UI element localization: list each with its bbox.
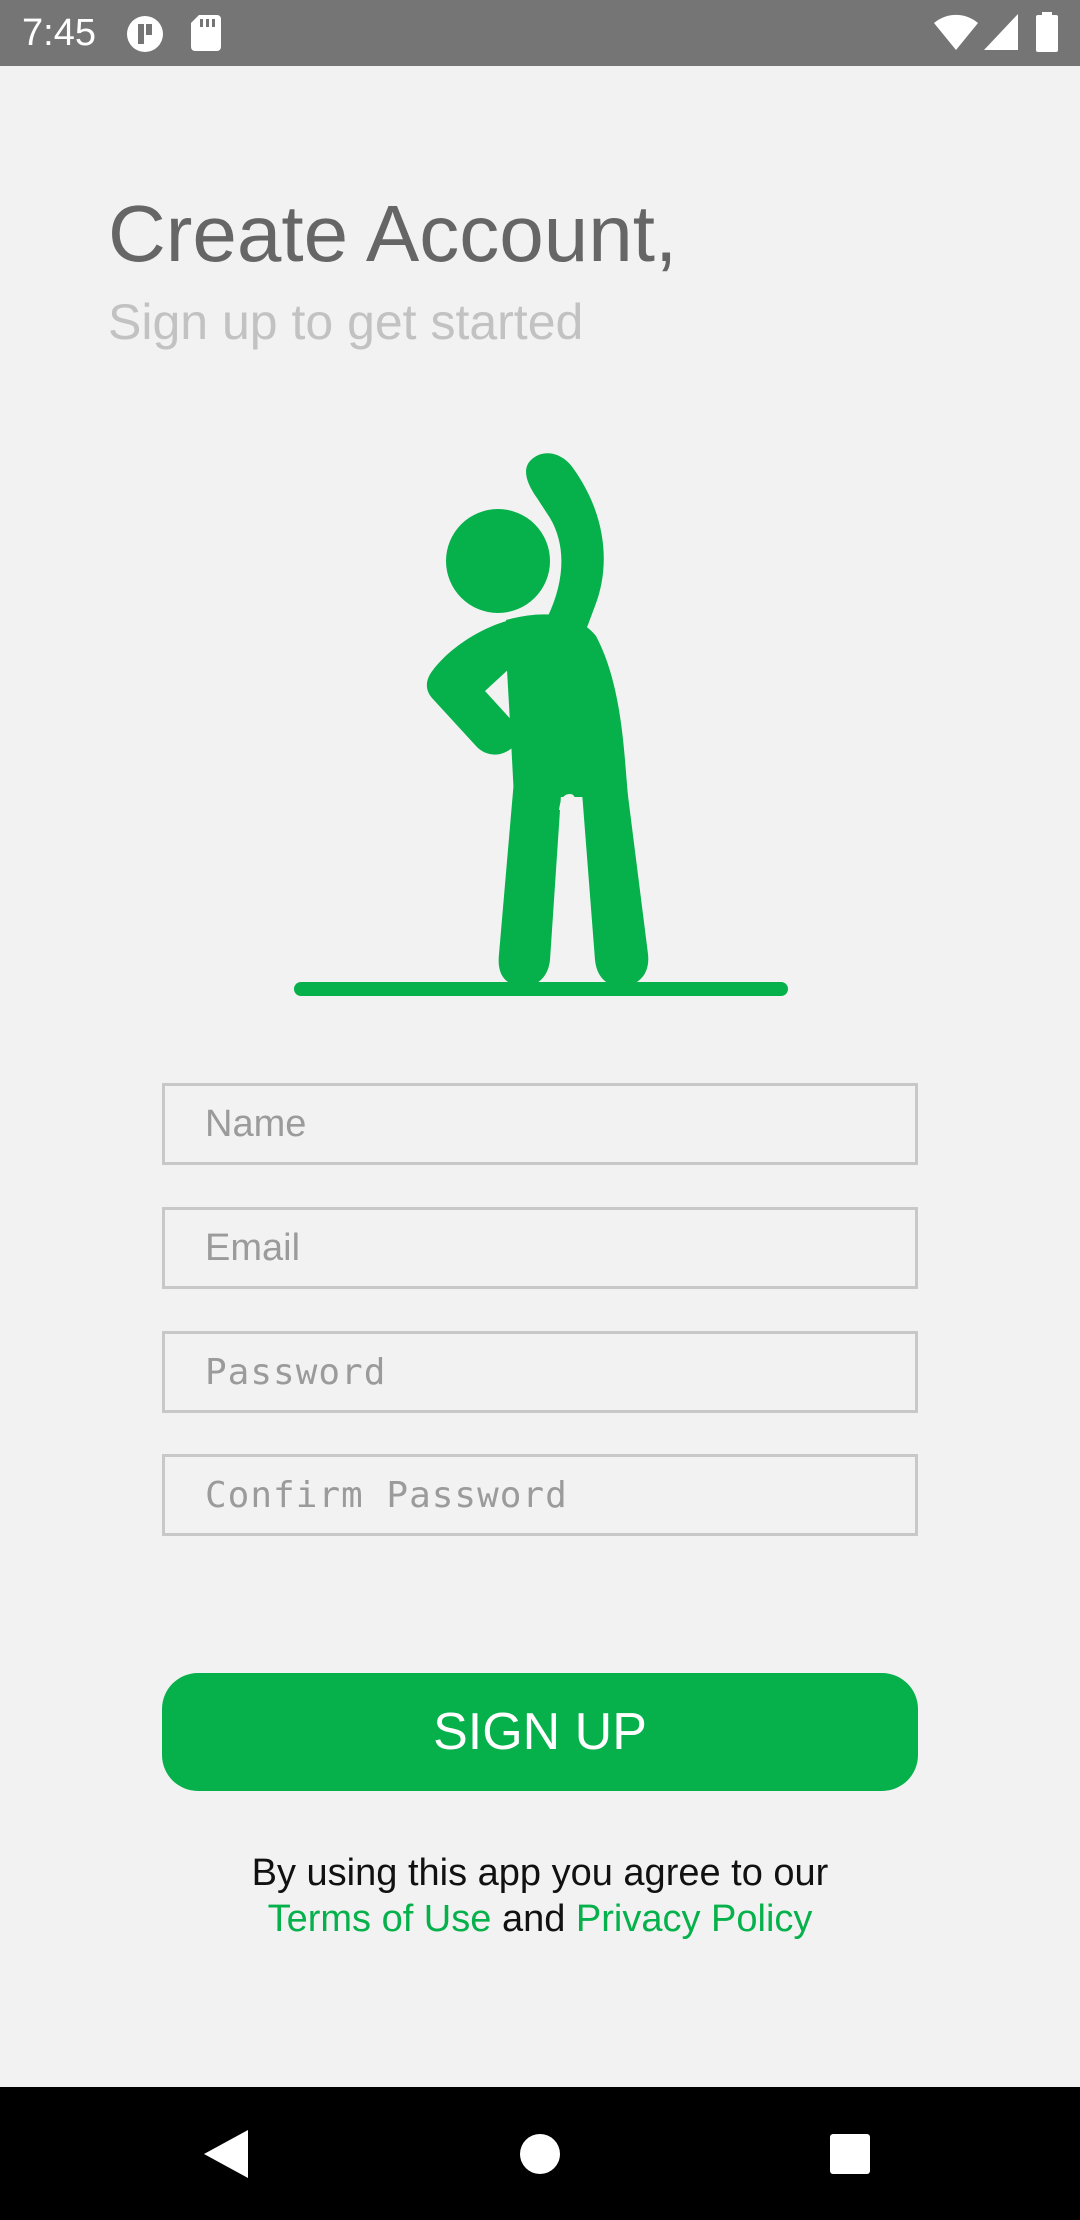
home-icon[interactable] bbox=[470, 2087, 610, 2220]
page-subtitle: Sign up to get started bbox=[108, 294, 584, 350]
recents-icon[interactable] bbox=[780, 2087, 920, 2220]
password-field[interactable] bbox=[162, 1331, 918, 1413]
privacy-policy-link[interactable]: Privacy Policy bbox=[576, 1898, 813, 1940]
email-field[interactable] bbox=[162, 1207, 918, 1289]
status-time: 7:45 bbox=[22, 12, 96, 54]
name-input[interactable] bbox=[165, 1086, 915, 1162]
terms-of-use-link[interactable]: Terms of Use bbox=[268, 1898, 492, 1940]
terms-prefix: By using this app you agree to our bbox=[251, 1852, 829, 1894]
email-input[interactable] bbox=[165, 1210, 915, 1286]
battery-icon bbox=[1036, 12, 1058, 57]
app-notification-icon bbox=[126, 15, 164, 58]
terms-text: By using this app you agree to our Terms… bbox=[0, 1850, 1080, 1942]
cellular-signal-icon bbox=[984, 14, 1018, 55]
back-icon[interactable] bbox=[156, 2087, 296, 2220]
terms-conjunction: and bbox=[501, 1898, 566, 1940]
sd-card-icon bbox=[191, 15, 221, 56]
wifi-icon bbox=[934, 14, 978, 55]
name-field[interactable] bbox=[162, 1083, 918, 1165]
stretching-person-icon bbox=[280, 440, 800, 1015]
signup-screen: 7:45 Create Account, Sign up to get star… bbox=[0, 0, 1080, 2220]
password-input[interactable] bbox=[165, 1334, 915, 1410]
sign-up-button[interactable]: SIGN UP bbox=[162, 1673, 918, 1791]
confirm-password-input[interactable] bbox=[165, 1457, 915, 1533]
navigation-bar bbox=[0, 2087, 1080, 2220]
confirm-password-field[interactable] bbox=[162, 1454, 918, 1536]
terms-links-line: Terms of Use and Privacy Policy bbox=[0, 1896, 1080, 1942]
page-title: Create Account, bbox=[108, 189, 678, 278]
status-bar: 7:45 bbox=[0, 0, 1080, 66]
